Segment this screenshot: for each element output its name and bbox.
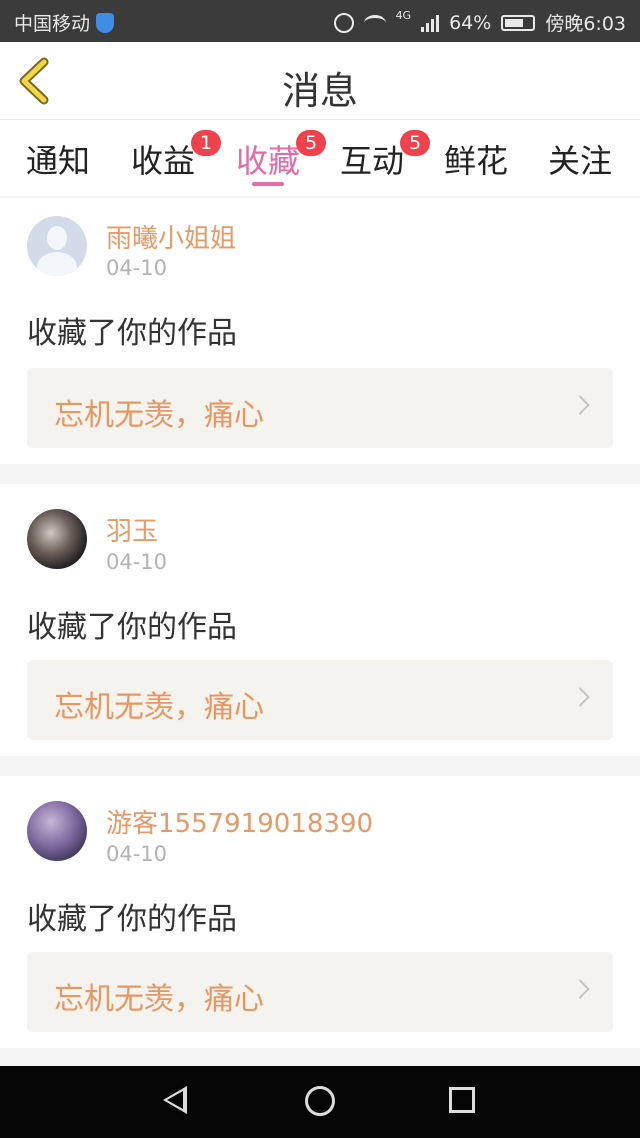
avatar[interactable] bbox=[27, 801, 87, 861]
message-action: 收藏了你的作品 bbox=[27, 610, 237, 645]
work-link[interactable]: 忘机无羡，痛心 bbox=[27, 660, 613, 740]
tab-label: 互动 bbox=[340, 142, 405, 180]
system-nav-bar bbox=[0, 1066, 640, 1138]
signal-icon bbox=[421, 14, 440, 32]
tab-earnings[interactable]: 收益 1 bbox=[131, 130, 221, 182]
tab-label: 收益 bbox=[131, 142, 196, 180]
battery-percent: 64% bbox=[449, 11, 492, 34]
nav-home-icon[interactable] bbox=[305, 1086, 335, 1116]
message-action: 收藏了你的作品 bbox=[27, 316, 237, 351]
status-bar: 中国移动 4G 64% 傍晚6:03 bbox=[0, 0, 640, 42]
tab-badge: 5 bbox=[296, 130, 326, 156]
chevron-right-icon bbox=[570, 395, 590, 415]
avatar[interactable] bbox=[27, 509, 87, 569]
message-action: 收藏了你的作品 bbox=[27, 902, 237, 937]
work-title: 忘机无羡，痛心 bbox=[54, 398, 264, 433]
tab-label: 收藏 bbox=[236, 142, 301, 180]
carrier-label: 中国移动 bbox=[14, 13, 91, 35]
network-label: 4G bbox=[395, 9, 412, 22]
tab-label: 关注 bbox=[548, 142, 613, 180]
message-card: 游客1557919018390 04-10 收藏了你的作品 忘机无羡，痛心 bbox=[0, 776, 640, 1048]
tab-flowers[interactable]: 鲜花 bbox=[444, 136, 508, 182]
tab-interactions[interactable]: 互动 5 bbox=[340, 130, 430, 182]
chevron-right-icon bbox=[570, 979, 590, 999]
status-left: 中国移动 bbox=[14, 9, 115, 36]
tab-favorites[interactable]: 收藏 5 bbox=[236, 130, 326, 182]
message-card: 羽玉 04-10 收藏了你的作品 忘机无羡，痛心 bbox=[0, 484, 640, 756]
message-date: 04-10 bbox=[106, 842, 168, 866]
chevron-right-icon bbox=[570, 687, 590, 707]
tab-follows[interactable]: 关注 bbox=[548, 136, 612, 182]
clock: 傍晚6:03 bbox=[545, 13, 626, 35]
work-title: 忘机无羡，痛心 bbox=[54, 690, 264, 725]
nav-recents-icon[interactable] bbox=[449, 1087, 475, 1113]
work-link[interactable]: 忘机无羡，痛心 bbox=[27, 368, 613, 448]
avatar[interactable] bbox=[27, 216, 87, 276]
tab-notifications[interactable]: 通知 bbox=[26, 136, 90, 182]
username[interactable]: 雨曦小姐姐 bbox=[106, 218, 236, 255]
tab-label: 通知 bbox=[26, 142, 91, 180]
tab-label: 鲜花 bbox=[444, 142, 509, 180]
work-link[interactable]: 忘机无羡，痛心 bbox=[27, 952, 613, 1032]
tab-bar: 通知 收益 1 收藏 5 互动 5 鲜花 关注 bbox=[0, 120, 640, 196]
message-date: 04-10 bbox=[106, 256, 168, 280]
username[interactable]: 羽玉 bbox=[106, 511, 158, 548]
battery-icon bbox=[501, 14, 536, 31]
tab-badge: 5 bbox=[400, 130, 430, 156]
tab-badge: 1 bbox=[191, 130, 221, 156]
wifi-icon bbox=[363, 14, 386, 31]
page-title: 消息 bbox=[281, 69, 358, 113]
nav-back-icon[interactable] bbox=[163, 1086, 187, 1114]
alarm-icon bbox=[333, 12, 354, 33]
work-title: 忘机无羡，痛心 bbox=[54, 982, 264, 1017]
shield-icon bbox=[96, 12, 115, 33]
status-right: 4G 64% 傍晚6:03 bbox=[333, 9, 626, 36]
app-header: 消息 bbox=[0, 42, 640, 120]
message-card: 雨曦小姐姐 04-10 收藏了你的作品 忘机无羡，痛心 bbox=[0, 198, 640, 464]
username[interactable]: 游客1557919018390 bbox=[106, 803, 373, 840]
active-tab-indicator bbox=[252, 182, 284, 186]
message-date: 04-10 bbox=[106, 550, 168, 574]
